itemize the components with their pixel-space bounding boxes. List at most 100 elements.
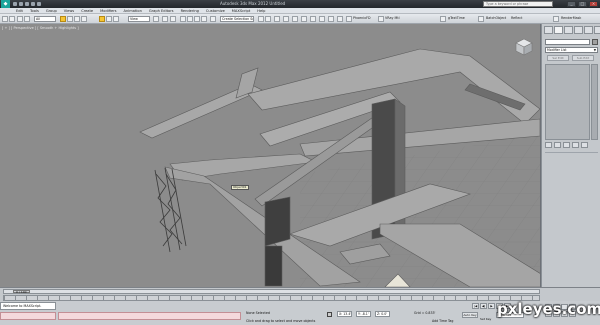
select-and-rotate-icon[interactable] bbox=[106, 16, 112, 22]
menu-customize[interactable]: Customize bbox=[206, 9, 225, 13]
reference-coordinate-dropdown[interactable]: View bbox=[128, 16, 150, 22]
unlink-icon[interactable] bbox=[24, 16, 30, 22]
select-object-icon[interactable] bbox=[60, 16, 66, 22]
maxscript-input[interactable] bbox=[0, 312, 56, 320]
batch-icon[interactable] bbox=[478, 16, 484, 22]
plugin-rendermask-button[interactable]: RenderMask bbox=[561, 16, 581, 22]
menu-rendering[interactable]: Rendering bbox=[181, 9, 199, 13]
modifier-stack-scrollbar[interactable] bbox=[591, 64, 598, 140]
pin-stack-icon[interactable] bbox=[545, 142, 552, 148]
pivot-center-icon[interactable] bbox=[153, 16, 159, 22]
minimize-button[interactable]: _ bbox=[567, 1, 576, 7]
plugin-phoenixfd-button[interactable]: PhoenixFD bbox=[353, 16, 371, 22]
time-slider-frame[interactable]: 0 / 100 bbox=[13, 290, 30, 294]
menu-group[interactable]: Group bbox=[46, 9, 57, 13]
make-unique-icon[interactable] bbox=[563, 142, 570, 148]
menu-graph-editors[interactable]: Graph Editors bbox=[149, 9, 174, 13]
new-file-icon[interactable] bbox=[13, 2, 17, 6]
edit-named-selection-icon[interactable] bbox=[210, 16, 216, 22]
x-coordinate-field[interactable]: X: 13.4' bbox=[337, 311, 352, 317]
sel-edit-button[interactable]: Sel Edit bbox=[547, 55, 569, 61]
plugin-vray-mtl-button[interactable]: VRay Mtl bbox=[385, 16, 400, 22]
search-input[interactable]: Type a keyword or phrase bbox=[483, 1, 553, 7]
z-coordinate-field[interactable]: Z: 0.0' bbox=[375, 311, 390, 317]
remove-modifier-icon[interactable] bbox=[572, 142, 579, 148]
go-to-start-icon[interactable]: |◀ bbox=[472, 303, 479, 309]
named-selection-set-dropdown[interactable]: Create Selection Set bbox=[220, 16, 254, 22]
keyboard-shortcut-icon[interactable] bbox=[170, 16, 176, 22]
menu-views[interactable]: Views bbox=[64, 9, 74, 13]
link-icon[interactable] bbox=[17, 16, 23, 22]
utilities-tab-icon[interactable] bbox=[594, 26, 600, 34]
menu-modifiers[interactable]: Modifiers bbox=[100, 9, 116, 13]
selection-filter-dropdown[interactable]: All bbox=[34, 16, 56, 22]
show-end-result-icon[interactable] bbox=[554, 142, 561, 148]
previous-frame-icon[interactable]: ◀| bbox=[480, 303, 487, 309]
select-by-name-icon[interactable] bbox=[67, 16, 73, 22]
object-color-swatch[interactable] bbox=[592, 39, 598, 45]
material-editor-icon[interactable] bbox=[310, 16, 316, 22]
menu-animation[interactable]: Animation bbox=[124, 9, 142, 13]
schematic-view-icon[interactable] bbox=[301, 16, 307, 22]
auto-key-button[interactable]: Auto Key bbox=[462, 312, 478, 318]
maxscript-listener[interactable]: Welcome to MAXScript. bbox=[0, 302, 56, 310]
viewcube-icon[interactable] bbox=[514, 37, 534, 57]
create-tab-icon[interactable] bbox=[544, 26, 553, 34]
modify-tab-icon[interactable] bbox=[554, 26, 563, 34]
spinner-snap-icon[interactable] bbox=[201, 16, 207, 22]
render-teapot-icon[interactable] bbox=[337, 16, 343, 22]
selection-lock-icon[interactable] bbox=[327, 312, 332, 317]
rectangle-selection-icon[interactable] bbox=[74, 16, 80, 22]
plugin-reflect-button[interactable]: Reflect bbox=[511, 16, 522, 22]
perspective-viewport[interactable]: [ + ] [ Perspective ] [ Smooth + Highlig… bbox=[0, 24, 541, 287]
set-key-button[interactable]: Set Key bbox=[480, 317, 491, 321]
select-and-move-icon[interactable] bbox=[99, 16, 105, 22]
open-file-icon[interactable] bbox=[19, 2, 23, 6]
menu-help[interactable]: Help bbox=[257, 9, 265, 13]
select-and-manipulate-icon[interactable] bbox=[162, 16, 168, 22]
menu-tools[interactable]: Tools bbox=[30, 9, 39, 13]
maximize-button[interactable]: □ bbox=[578, 1, 587, 7]
plugin-batchobject-button[interactable]: BatchObject bbox=[486, 16, 506, 22]
configure-sets-icon[interactable] bbox=[581, 142, 588, 148]
menu-create[interactable]: Create bbox=[81, 9, 93, 13]
modifier-list-dropdown[interactable]: Modifier List ▼ bbox=[545, 47, 598, 53]
app-logo-icon[interactable]: ◆ bbox=[1, 0, 10, 8]
y-coordinate-field[interactable]: Y: -8.1' bbox=[356, 311, 371, 317]
undo-icon[interactable] bbox=[2, 16, 8, 22]
rendered-frame-icon[interactable] bbox=[328, 16, 334, 22]
snaps-toggle-icon[interactable] bbox=[180, 16, 186, 22]
curve-editor-icon[interactable] bbox=[292, 16, 298, 22]
align-icon[interactable] bbox=[265, 16, 271, 22]
redo-icon[interactable] bbox=[9, 16, 15, 22]
hierarchy-tab-icon[interactable] bbox=[564, 26, 573, 34]
window-crossing-icon[interactable] bbox=[81, 16, 87, 22]
render-setup-icon[interactable] bbox=[319, 16, 325, 22]
mask-icon[interactable] bbox=[553, 16, 559, 22]
motion-tab-icon[interactable] bbox=[574, 26, 583, 34]
add-time-tag-button[interactable]: Add Time Tag bbox=[432, 319, 453, 323]
select-and-scale-icon[interactable] bbox=[113, 16, 119, 22]
layer-manager-icon[interactable] bbox=[274, 16, 280, 22]
play-icon[interactable]: ▶ bbox=[488, 303, 495, 309]
graphite-ribbon-icon[interactable] bbox=[283, 16, 289, 22]
close-button[interactable]: × bbox=[589, 1, 598, 7]
angle-snap-icon[interactable] bbox=[187, 16, 193, 22]
object-name-field[interactable] bbox=[545, 39, 590, 45]
vray-icon[interactable] bbox=[378, 16, 384, 22]
time-icon[interactable] bbox=[440, 16, 446, 22]
plugin-gtexttime-button[interactable]: gTextTime bbox=[448, 16, 465, 22]
save-file-icon[interactable] bbox=[25, 2, 29, 6]
time-slider[interactable]: 0 / 100 bbox=[3, 289, 540, 294]
sub-edit-button[interactable]: Sub Edit bbox=[572, 55, 594, 61]
menu-edit[interactable]: Edit bbox=[16, 9, 23, 13]
redo-icon[interactable] bbox=[37, 2, 41, 6]
undo-icon[interactable] bbox=[31, 2, 35, 6]
plugin-icon[interactable] bbox=[346, 16, 352, 22]
percent-snap-icon[interactable] bbox=[194, 16, 200, 22]
display-tab-icon[interactable] bbox=[584, 26, 593, 34]
viewport-label[interactable]: [ + ] [ Perspective ] [ Smooth + Highlig… bbox=[2, 26, 79, 30]
mirror-icon[interactable] bbox=[258, 16, 264, 22]
maxscript-output-field[interactable] bbox=[58, 312, 241, 320]
modifier-stack[interactable] bbox=[545, 64, 590, 140]
